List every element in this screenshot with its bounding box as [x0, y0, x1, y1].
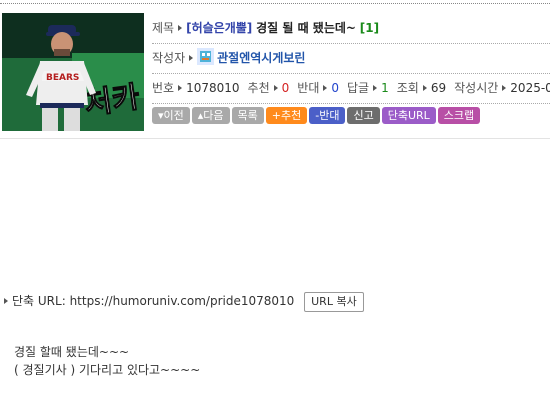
stat-item: 번호 1078010 — [152, 81, 240, 95]
stat-value: 2025-06 — [510, 81, 550, 95]
top-dotted-separator — [0, 3, 550, 4]
author-avatar-icon — [197, 48, 215, 65]
arrow-right-icon — [422, 85, 427, 91]
stat-label: 추천 — [247, 81, 270, 95]
comment-count[interactable]: [1] — [360, 21, 379, 35]
stat-item: 추천 0 — [248, 81, 290, 95]
stat-item: 작성시간 2025-06 — [454, 81, 550, 95]
oppose-button[interactable]: -반대 — [309, 107, 346, 124]
short-url-bar: 단축 URL: https://humoruniv.com/pride10780… — [4, 291, 364, 312]
post-category[interactable]: [허슬은개뿔] — [186, 21, 252, 35]
stat-value: 0 — [281, 81, 290, 95]
stat-item: 조회 69 — [397, 81, 446, 95]
short-url-label: 단축 URL: — [12, 294, 66, 308]
arrow-right-icon — [323, 85, 328, 91]
short-url-value[interactable]: https://humoruniv.com/pride1078010 — [70, 294, 295, 308]
stat-value: 1078010 — [186, 81, 240, 95]
arrow-right-icon — [373, 85, 378, 91]
author-row: 작성자 관절엔역시게보린 — [152, 44, 550, 74]
next-button[interactable]: ▴다음 — [191, 107, 230, 124]
svg-text:BEARS: BEARS — [46, 73, 79, 83]
stats-row: 번호 1078010 추천 0 반대 0 답글 1 조회 69 작성시간 2025-06 — [152, 74, 550, 104]
post-action-buttons: ▾이전 ▴다음 목록 +추천 -반대 신고 단축URL 스크랩 — [152, 107, 482, 124]
stat-value: 1 — [381, 81, 389, 95]
thumbnail-image: 처카 BEARS — [2, 13, 144, 131]
arrow-right-icon — [273, 85, 278, 91]
post-title: 경질 될 때 됐는데~ — [256, 21, 356, 35]
arrow-right-icon — [4, 298, 8, 304]
stat-label: 조회 — [396, 81, 419, 95]
stat-item: 답글 1 — [347, 81, 389, 95]
scrap-button[interactable]: 스크랩 — [437, 107, 481, 124]
stat-label: 반대 — [297, 81, 320, 95]
author-label: 작성자 — [152, 51, 186, 65]
arrow-right-icon — [189, 55, 194, 61]
report-button[interactable]: 신고 — [347, 107, 380, 124]
post-info: 제목 [허슬은개뿔] 경질 될 때 됐는데~ [1] 작성자 관절엔역시게보린 번… — [152, 14, 550, 104]
title-label: 제목 — [152, 21, 175, 35]
stat-value: 69 — [430, 81, 447, 95]
author-name[interactable]: 관절엔역시게보린 — [217, 51, 305, 65]
short-url-button[interactable]: 단축URL — [381, 107, 436, 124]
arrow-right-icon — [502, 85, 507, 91]
stat-item: 반대 0 — [297, 81, 339, 95]
post-thumbnail[interactable]: 처카 BEARS — [2, 13, 144, 131]
post-content: 경질 할때 됐는데~~~ ( 경질기사 ) 기다리고 있다고~~~~ — [14, 343, 200, 379]
stat-value: 0 — [331, 81, 340, 95]
stat-label: 번호 — [152, 81, 175, 95]
url-copy-button[interactable]: URL 복사 — [304, 292, 364, 312]
stat-label: 답글 — [347, 81, 370, 95]
content-line: ( 경질기사 ) 기다리고 있다고~~~~ — [14, 363, 201, 377]
arrow-right-icon — [178, 85, 183, 91]
list-button[interactable]: 목록 — [231, 107, 264, 124]
stat-label: 작성시간 — [454, 81, 499, 95]
content-line: 경질 할때 됐는데~~~ — [14, 345, 130, 359]
recommend-button[interactable]: +추천 — [265, 107, 308, 124]
arrow-right-icon — [178, 25, 183, 31]
prev-button[interactable]: ▾이전 — [152, 107, 190, 124]
title-row: 제목 [허슬은개뿔] 경질 될 때 됐는데~ [1] — [152, 14, 550, 44]
header-divider — [0, 138, 550, 139]
